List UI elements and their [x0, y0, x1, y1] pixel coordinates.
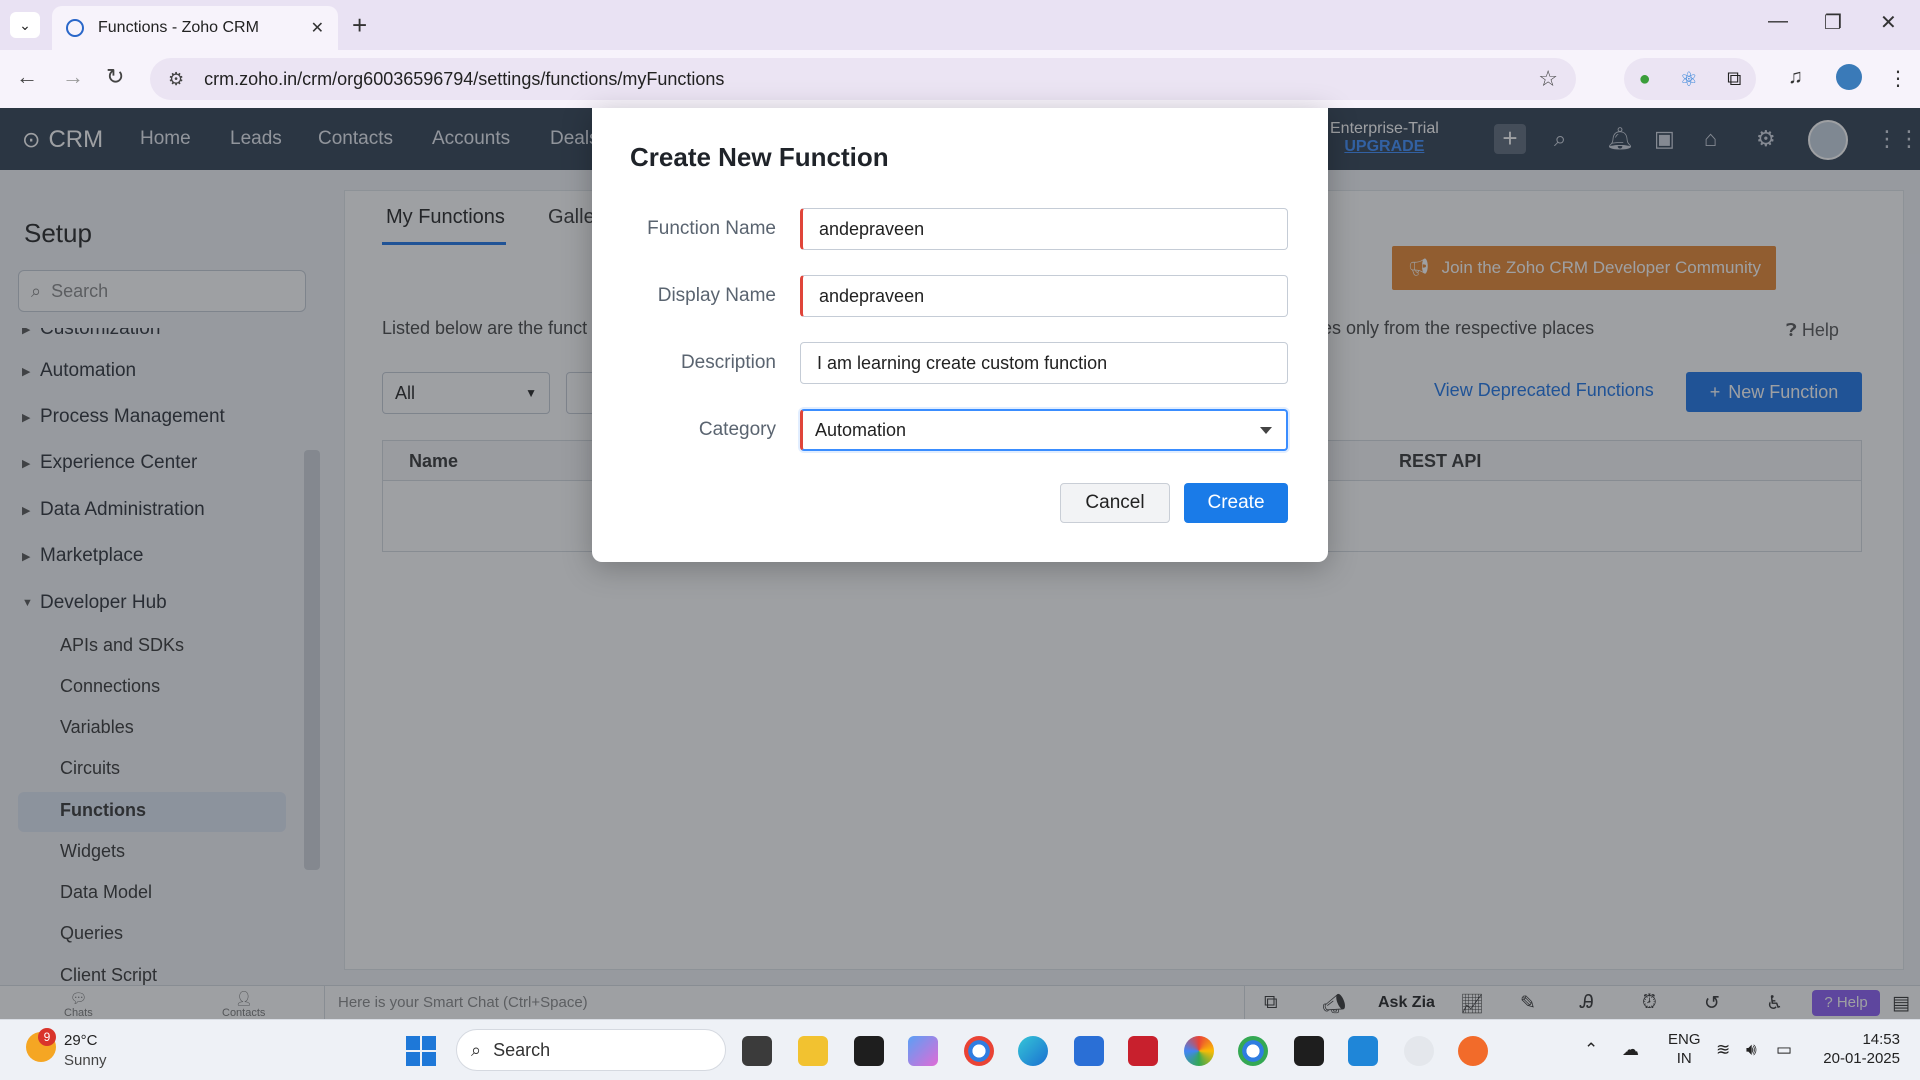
chrome-profile-icon[interactable] [1238, 1036, 1268, 1066]
dialog-title: Create New Function [630, 142, 889, 172]
store-icon[interactable] [1074, 1036, 1104, 1066]
system-clock[interactable]: 14:53 20-01-2025 [1820, 1030, 1900, 1068]
file-explorer-icon[interactable] [798, 1036, 828, 1066]
minimize-icon[interactable]: — [1768, 10, 1788, 33]
task-view-icon[interactable] [742, 1036, 772, 1066]
zoho-favicon-icon [66, 19, 84, 37]
react-extension-icon[interactable]: ⚛ [1680, 67, 1698, 92]
close-window-icon[interactable]: ✕ [1880, 10, 1897, 35]
windows-start-icon[interactable] [406, 1036, 436, 1066]
onedrive-cloud-icon[interactable]: ☁ [1622, 1040, 1639, 1060]
mcafee-icon[interactable] [1128, 1036, 1158, 1066]
browser-tab-active[interactable]: Functions - Zoho CRM ✕ [52, 6, 338, 50]
clock-time: 14:53 [1862, 1031, 1900, 1048]
volume-icon[interactable]: 🔊︎ [1746, 1040, 1757, 1060]
frog-extension-icon[interactable]: ● [1639, 68, 1651, 91]
language-indicator[interactable]: ENG IN [1668, 1030, 1701, 1068]
new-tab-button[interactable]: + [352, 10, 367, 41]
address-toolbar: ← → ↻ ⚙ crm.zoho.in/crm/org60036596794/s… [0, 50, 1920, 108]
clock-date: 20-01-2025 [1823, 1050, 1900, 1067]
menu-kebab-icon[interactable]: ⋮ [1888, 66, 1908, 91]
github-desktop-icon[interactable] [1404, 1036, 1434, 1066]
temperature: 29°C [64, 1032, 98, 1049]
category-label: Category [698, 419, 776, 440]
back-icon[interactable]: ← [16, 64, 38, 90]
region-code: IN [1676, 1050, 1692, 1067]
site-info-icon[interactable]: ⚙ [168, 69, 184, 90]
create-function-dialog: Create New Function Function Name andepr… [592, 108, 1328, 562]
terminal-icon[interactable] [854, 1036, 884, 1066]
vscode-icon[interactable] [1348, 1036, 1378, 1066]
display-name-input[interactable]: andepraveen [800, 275, 1288, 317]
dropdown-arrow-icon [1260, 426, 1272, 434]
taskbar-search[interactable]: ⌕ Search [456, 1029, 726, 1071]
search-icon: ⌕ [471, 1039, 482, 1060]
extensions-puzzle-icon[interactable]: ⧉ [1727, 68, 1741, 91]
cancel-button[interactable]: Cancel [1060, 483, 1170, 523]
forward-icon[interactable]: → [62, 64, 84, 90]
close-tab-icon[interactable]: ✕ [311, 18, 324, 38]
photos-icon[interactable] [1184, 1036, 1214, 1066]
battery-icon[interactable]: ▭ [1776, 1040, 1792, 1060]
create-button[interactable]: Create [1184, 483, 1288, 523]
description-label: Description [680, 352, 776, 373]
function-name-label: Function Name [647, 218, 776, 239]
browser-tab-strip: ⌄ Functions - Zoho CRM ✕ + — ❐ ✕ [0, 0, 1920, 50]
function-name-input[interactable]: andepraveen [800, 208, 1288, 250]
postman-icon[interactable] [1458, 1036, 1488, 1066]
extensions-group: ● ⚛ ⧉ [1624, 58, 1756, 100]
show-hidden-icons[interactable]: ⌃ [1584, 1040, 1598, 1060]
function-name-value: andepraveen [819, 218, 925, 239]
wifi-icon[interactable]: ≋ [1716, 1040, 1730, 1060]
reload-icon[interactable]: ↻ [106, 64, 124, 90]
bookmark-star-icon[interactable]: ☆ [1538, 66, 1558, 92]
weather-condition: Sunny [64, 1052, 107, 1069]
weather-badge: 9 [38, 1028, 56, 1046]
tab-search-button[interactable]: ⌄ [10, 12, 40, 38]
media-control-icon[interactable]: ♫ [1788, 66, 1803, 89]
category-value: Automation [815, 419, 907, 440]
address-bar[interactable]: ⚙ crm.zoho.in/crm/org60036596794/setting… [150, 58, 1576, 100]
description-value: I am learning create custom function [817, 352, 1108, 373]
chrome-icon[interactable] [964, 1036, 994, 1066]
display-name-label: Display Name [657, 285, 776, 306]
figma-icon[interactable] [1294, 1036, 1324, 1066]
category-select[interactable]: Automation [800, 409, 1288, 451]
taskbar-search-label: Search [493, 1039, 551, 1060]
windows-taskbar: 9 29°C Sunny ⌕ Search ⌃ ☁ ENG IN ≋ 🔊︎ ▭ … [0, 1019, 1920, 1080]
profile-avatar-icon[interactable] [1836, 64, 1862, 90]
maximize-icon[interactable]: ❐ [1824, 10, 1842, 35]
edge-icon[interactable] [1018, 1036, 1048, 1066]
tab-title: Functions - Zoho CRM [98, 19, 259, 36]
description-input[interactable]: I am learning create custom function [800, 342, 1288, 384]
language-code: ENG [1668, 1031, 1701, 1048]
display-name-value: andepraveen [819, 285, 925, 306]
url-text: crm.zoho.in/crm/org60036596794/settings/… [204, 68, 725, 89]
copilot-icon[interactable] [908, 1036, 938, 1066]
